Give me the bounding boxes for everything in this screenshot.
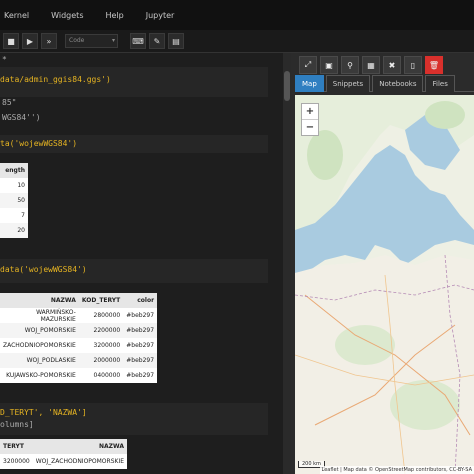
notebook-scrollbar[interactable] [283,53,291,474]
table-header: ength [0,163,28,178]
notebook-toolbar: ■ ▶ » Code ⌨ ✎ ▤ [0,30,474,53]
menu-jupyter[interactable]: Jupyter [146,11,175,20]
table-row: 3200000 WOJ_ZACHODNIOPOMORSKIE [0,454,128,469]
table-cell: 10 [0,178,28,193]
zoom-out-button[interactable]: − [302,119,318,135]
table-cell: #beb297 [123,353,158,368]
code-line: ta('wojewWGS84') [0,139,78,148]
tab-snippets[interactable]: Snippets [325,75,371,92]
table-cell: 2200000 [78,323,124,338]
menu-help[interactable]: Help [105,11,123,20]
code-line: olumns] [0,420,34,429]
keyboard-icon[interactable]: ⌨ [130,33,146,49]
code-line: data/admin_ggis84.ggs') [0,75,111,84]
table-cell: #beb297 [123,338,158,353]
trash-icon[interactable]: 🗑 [425,56,443,74]
table-row: WOJ_POMORSKIE 2200000 #beb297 [0,323,158,338]
code-line: * [2,55,7,64]
table-cell: 3200000 [0,454,33,469]
file-icon[interactable]: ▯ [404,56,422,74]
teryt-table: TERYT NAZWA 3200000 WOJ_ZACHODNIOPOMORSK… [0,439,128,469]
table-icon[interactable]: ▦ [362,56,380,74]
table-cell: ZACHODNIOPOMORSKIE [0,338,79,353]
table-header: NAZWA [0,293,79,308]
table-row: WARMIŃSKO-MAZURSKIE 2800000 #beb297 [0,308,158,323]
close-icon[interactable]: ✖ [383,56,401,74]
expand-icon[interactable]: ⤢ [299,56,317,74]
table-cell: #beb297 [123,308,158,323]
table-row: WOJ_PODLASKIE 2000000 #beb297 [0,353,158,368]
zoom-in-button[interactable]: + [302,104,318,119]
stop-icon[interactable]: ■ [3,33,19,49]
table-cell: WOJ_PODLASKIE [0,353,79,368]
tab-files[interactable]: Files [425,75,455,92]
fast-forward-icon[interactable]: » [41,33,57,49]
side-panel: ⤢ ▣ ⚲ ▦ ✖ ▯ 🗑 Map Snippets Notebooks Fil… [291,53,474,474]
table-cell: 2000000 [78,353,124,368]
zoom-control: + − [301,103,319,136]
regions-table: NAZWA KOD_TERYT color WARMIŃSKO-MAZURSKI… [0,293,158,383]
table-cell: WARMIŃSKO-MAZURSKIE [0,308,79,323]
table-header: color [123,293,158,308]
table-cell: 7 [0,208,28,223]
menu-kernel[interactable]: Kernel [4,11,29,20]
table-row: KUJAWSKO-POMORSKIE 0400000 #beb297 [0,368,158,383]
search-icon[interactable]: ⚲ [341,56,359,74]
map-view[interactable]: + − 200 km Leaflet | Map data © OpenStre… [295,95,474,474]
table-cell: 2800000 [78,308,124,323]
code-line: D_TERYT', 'NAZWA'] [0,408,87,417]
run-icon[interactable]: ▶ [22,33,38,49]
map-tiles [295,95,474,474]
cell-type-select[interactable]: Code [65,34,118,48]
menu-bar: Kernel Widgets Help Jupyter [0,0,474,30]
save-icon[interactable]: ▣ [320,56,338,74]
table-cell: 3200000 [78,338,124,353]
table-row: ZACHODNIOPOMORSKIE 3200000 #beb297 [0,338,158,353]
table-cell: #beb297 [123,368,158,383]
code-line: WGS84'') [2,113,41,122]
table-cell: 20 [0,223,28,238]
table-cell: #beb297 [123,323,158,338]
scrollbar-thumb[interactable] [284,71,290,101]
panel-tabs: Map Snippets Notebooks Files [295,75,474,92]
table-cell: WOJ_ZACHODNIOPOMORSKIE [32,454,128,469]
notebook-area: * data/admin_ggis84.ggs') 85" WGS84'') t… [0,53,283,474]
wrench-icon[interactable]: ✎ [149,33,165,49]
panel-toolbar: ⤢ ▣ ⚲ ▦ ✖ ▯ 🗑 [299,56,446,74]
tab-notebooks[interactable]: Notebooks [372,75,424,92]
table-cell: KUJAWSKO-POMORSKIE [0,368,79,383]
table-cell: 0400000 [78,368,124,383]
layout-icon[interactable]: ▤ [168,33,184,49]
tab-map[interactable]: Map [295,75,324,92]
code-line: data('wojewWGS84') [0,265,87,274]
length-table: ength 10 50 7 20 [0,163,28,238]
table-cell: WOJ_POMORSKIE [0,323,79,338]
table-header: TERYT [0,439,33,454]
table-header: KOD_TERYT [78,293,124,308]
map-attribution[interactable]: Leaflet | Map data © OpenStreetMap contr… [319,466,474,474]
menu-widgets[interactable]: Widgets [51,11,83,20]
table-cell: 50 [0,193,28,208]
code-line: 85" [2,98,17,107]
table-header: NAZWA [32,439,128,454]
